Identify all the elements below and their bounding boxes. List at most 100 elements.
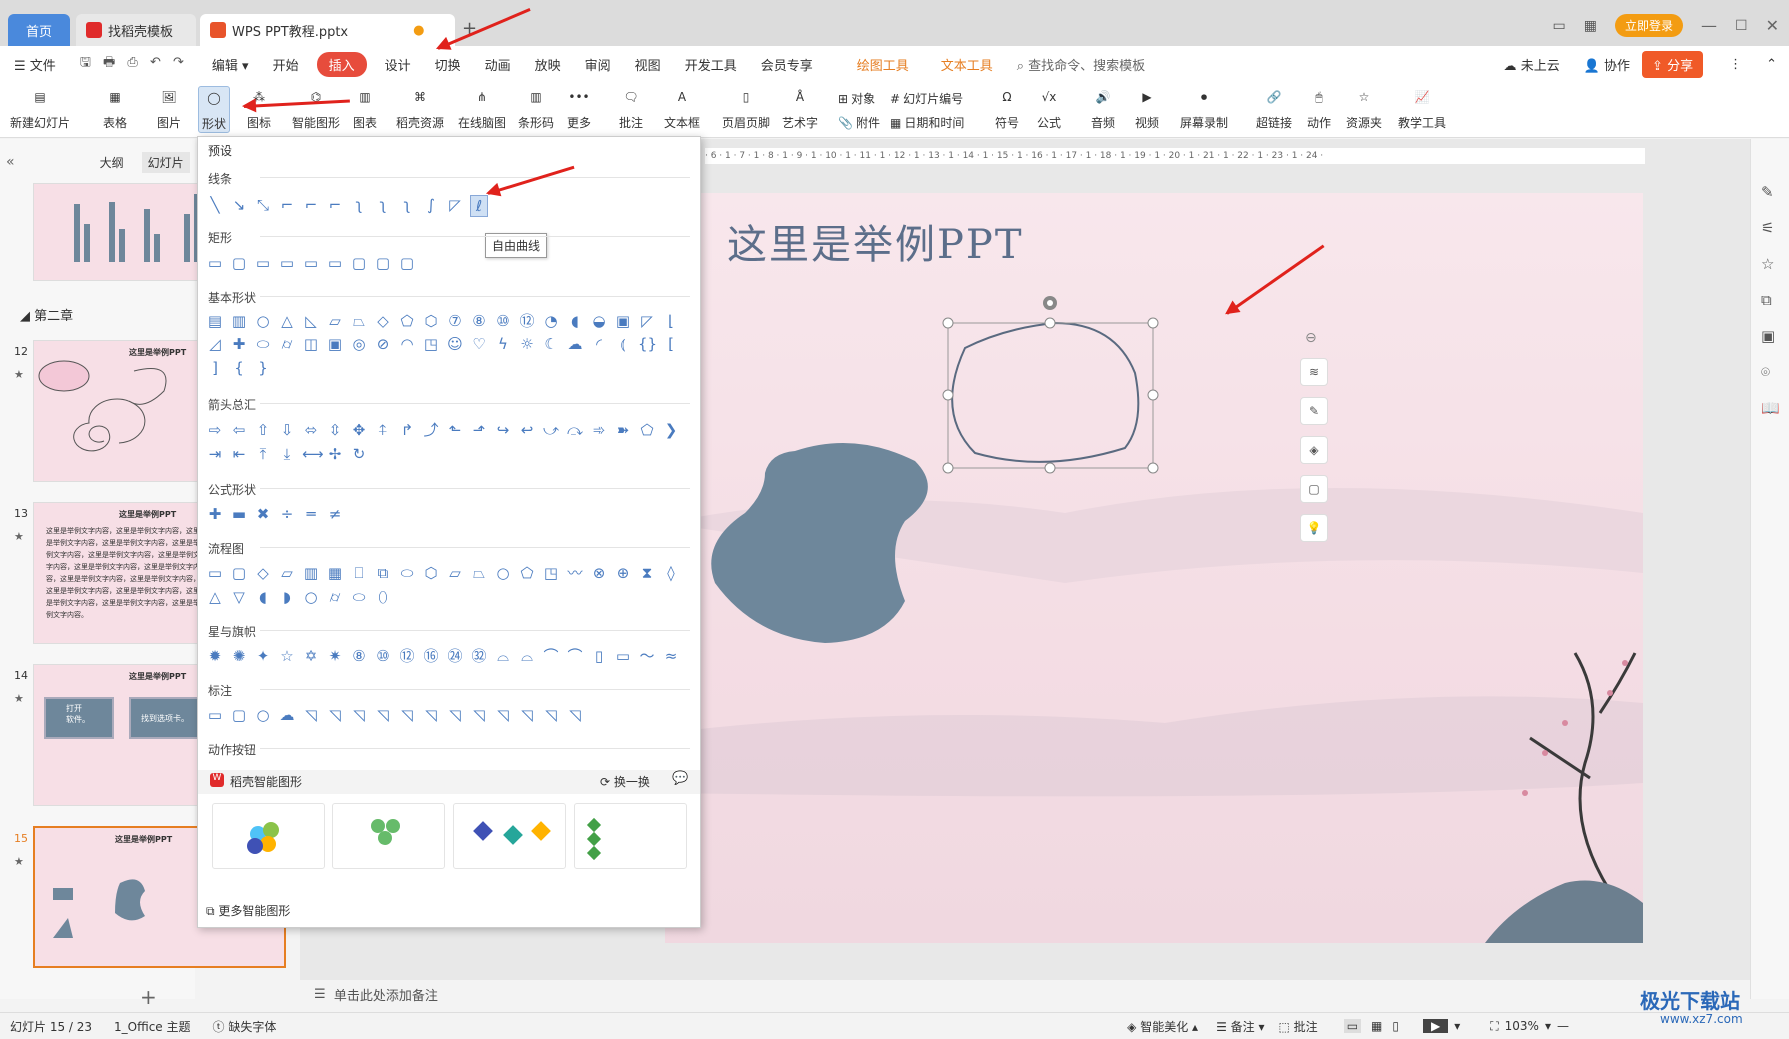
left-bracket-shape[interactable]: [ [662,334,680,354]
down-arrow-shape[interactable]: ⇩ [278,420,296,440]
picture-button[interactable]: 🖼 图片 [156,86,182,131]
right-brace-shape[interactable]: } [254,358,272,378]
magnetic-disk-shape[interactable]: ⌭ [326,587,344,607]
pentagon-shape[interactable]: ⬠ [398,311,416,331]
book-icon[interactable]: 📖 [1761,399,1780,417]
brace-pair-shape[interactable]: {} [638,334,657,354]
preparation-shape[interactable]: ⬡ [422,563,440,583]
menu-start[interactable]: 开始 [261,55,311,74]
cloud-status[interactable]: ☁ 未上云 [1492,55,1572,74]
menu-edit[interactable]: 编辑 ▾ [200,55,261,74]
wave-shape[interactable]: 〜 [638,646,656,666]
curve-shape[interactable]: ∫ [422,195,440,217]
slide-number-button[interactable]: # 幻灯片编号 [890,90,963,107]
can-shape[interactable]: ⌭ [278,334,296,354]
line-callout-shape[interactable]: ◹ [422,705,440,725]
arrow-line-shape[interactable]: ↘ [230,195,248,217]
curved-up-arrow-shape[interactable]: ⤻ [542,420,560,440]
l-shape[interactable]: ⌊ [662,311,680,331]
round-rect-shape[interactable]: ▢ [374,253,392,273]
tab-home[interactable]: 首页 [8,14,70,46]
diamond-shape[interactable]: ◇ [374,311,392,331]
formula-button[interactable]: √x 公式 [1036,86,1062,131]
star7-shape[interactable]: ✷ [326,646,344,666]
lightning-shape[interactable]: ϟ [494,334,512,354]
parallelogram-shape[interactable]: ▱ [326,311,344,331]
sort-shape[interactable]: ◊ [662,563,680,583]
menu-review[interactable]: 审阅 [573,55,623,74]
table-button[interactable]: ▦ 表格 [102,86,128,131]
no-symbol-shape[interactable]: ⊘ [374,334,392,354]
snip-rect-shape[interactable]: ▭ [302,253,320,273]
line-callout-shape[interactable]: ◹ [566,705,584,725]
sequential-storage-shape[interactable]: ○ [302,587,320,607]
smiley-shape[interactable]: ☺ [446,334,464,354]
menu-animation[interactable]: 动画 [473,55,523,74]
up-callout-arrow-shape[interactable]: ⤒ [254,444,272,464]
audio-button[interactable]: 🔊 音频 [1090,86,1116,131]
snip-rect-shape[interactable]: ▭ [278,253,296,273]
feedback-icon[interactable]: 💬 [672,771,688,786]
collapse-toolbar-icon[interactable]: ⊖ [1305,330,1317,346]
cube-shape[interactable]: ◫ [302,334,320,354]
right-callout-arrow-shape[interactable]: ⇥ [206,444,224,464]
zoom-level[interactable]: 103% [1505,1019,1539,1033]
star8-shape[interactable]: ⑧ [350,646,368,666]
beautify-button[interactable]: ◈ 智能美化 ▴ [1127,1018,1198,1035]
symbol-button[interactable]: Ω 符号 [994,86,1020,131]
tab-slides[interactable]: 幻灯片 [141,151,190,173]
display-shape[interactable]: ⬯ [374,587,392,607]
elbow-connector-shape[interactable]: ⌐ [278,195,296,217]
maximize-icon[interactable]: ☐ [1735,18,1748,34]
sun-shape[interactable]: ☼ [518,334,536,354]
notched-right-arrow-shape[interactable]: ➽ [614,420,632,440]
cloud-callout-shape[interactable]: ☁ [278,705,296,725]
pentagon-arrow-shape[interactable]: ⬠ [638,420,656,440]
chapter-heading[interactable]: ◢ 第二章 [20,305,73,324]
location-icon[interactable]: ⌾ [1761,363,1770,381]
line-callout-shape[interactable]: ◹ [470,705,488,725]
pen-icon[interactable]: ✎ [1300,397,1328,425]
arc-shape[interactable]: ◜ [590,334,608,354]
vertical-textbox-shape[interactable]: ▥ [230,311,248,331]
curved-right-arrow-shape[interactable]: ↪ [494,420,512,440]
curve-double-arrow-shape[interactable]: ʅ [398,195,416,217]
left-brace-shape[interactable]: { [230,358,248,378]
tab-document[interactable]: WPS PPT教程.pptx ● [200,14,455,46]
header-footer-button[interactable]: ▯ 页眉页脚 [722,86,770,131]
punched-tape-shape[interactable]: 〰 [566,563,584,583]
up-arrow-shape[interactable]: ⇧ [254,420,272,440]
barcode-button[interactable]: ▥ 条形码 [518,86,554,131]
smart-shape-card[interactable] [332,803,445,869]
internal-storage-shape[interactable]: ▦ [326,563,344,583]
line-callout-shape[interactable]: ◹ [350,705,368,725]
teach-tool-button[interactable]: 📈 教学工具 [1398,86,1446,131]
collapse-pane-icon[interactable]: « [6,154,15,170]
teardrop-shape[interactable]: ◒ [590,311,608,331]
divide-shape[interactable]: ÷ [278,504,296,524]
more-icon[interactable]: ⋮ [1717,57,1754,72]
layer-icon[interactable]: ≋ [1300,358,1328,386]
octagon-shape[interactable]: ⑧ [470,311,488,331]
collapse-ribbon-icon[interactable]: ⌃ [1754,57,1789,72]
oval-shape[interactable]: ○ [254,311,272,331]
hexagon-shape[interactable]: ⬡ [422,311,440,331]
layout-icon[interactable]: ▭ [1553,18,1566,34]
triangle-shape[interactable]: △ [278,311,296,331]
freeform-curve-selected[interactable] [665,193,1643,943]
double-arrow-line-shape[interactable]: ⤡ [254,195,272,217]
left-callout-arrow-shape[interactable]: ⇤ [230,444,248,464]
curved-down-arrow-shape[interactable]: ⤼ [566,420,584,440]
frame-shape[interactable]: ▣ [614,311,632,331]
left-right-callout-shape[interactable]: ⟷ [302,444,324,464]
down-callout-arrow-shape[interactable]: ⤓ [278,444,296,464]
style-icon[interactable]: ✎ [1761,183,1774,201]
tab-template[interactable]: 找稻壳模板 [76,14,196,46]
bracket-pair-shape[interactable]: ⦅ [614,334,632,354]
right-triangle-shape[interactable]: ◺ [302,311,320,331]
resource-folder-button[interactable]: ☆ 资源夹 [1346,86,1382,131]
video-button[interactable]: ▶ 视频 [1134,86,1160,131]
missing-font-button[interactable]: ⓣ 缺失字体 [213,1018,277,1035]
curve-arrow-shape[interactable]: ʅ [374,195,392,217]
quad-callout-shape[interactable]: ✢ [326,444,344,464]
